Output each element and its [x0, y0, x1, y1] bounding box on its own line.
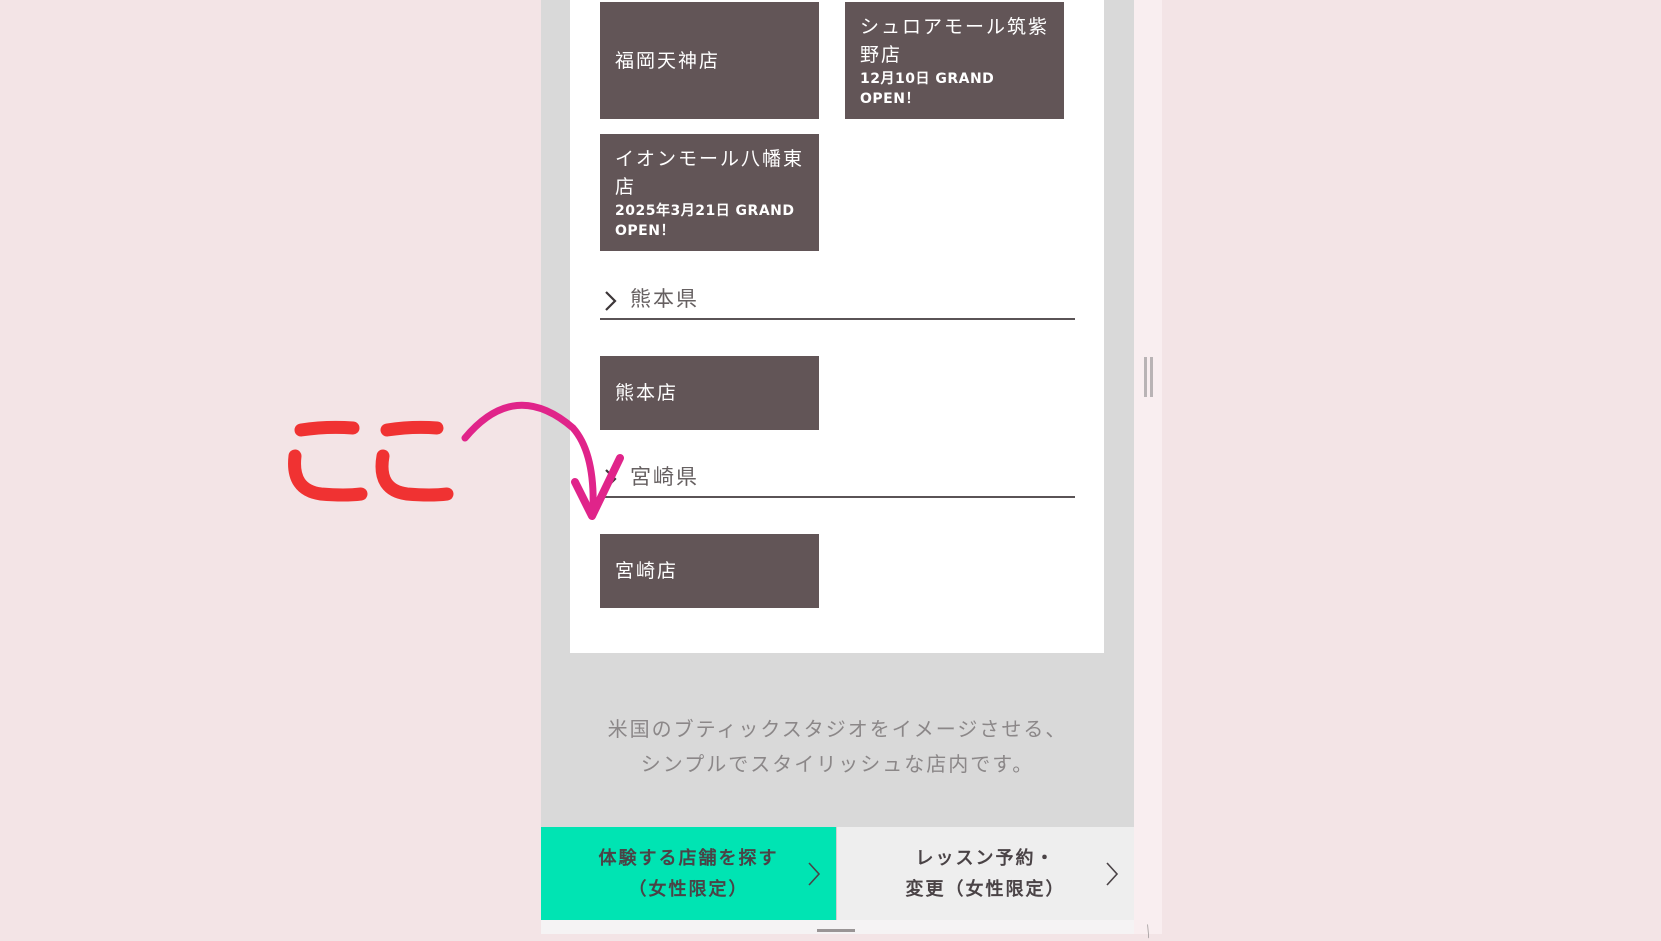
store-list-card: 福岡天神店 シュロアモール筑紫野店 12月10日 GRAND OPEN！ イオン… [570, 0, 1104, 653]
button-label: 体験する店舗を探す （女性限定） [598, 847, 779, 900]
shop-description: 米国のブティックスタジオをイメージさせる、 シンプルでスタイリッシュな店内です。 [541, 712, 1134, 782]
store-tile-fukuoka-tenjin[interactable]: 福岡天神店 [600, 2, 819, 119]
chevron-right-icon [808, 862, 821, 886]
grand-open-note: 2025年3月21日 GRAND OPEN！ [615, 202, 795, 239]
lesson-booking-button[interactable]: レッスン予約・ 変更（女性限定） [836, 827, 1134, 920]
store-name: 宮崎店 [615, 560, 679, 582]
description-line: シンプルでスタイリッシュな店内です。 [640, 752, 1035, 776]
scroll-grip[interactable] [1144, 357, 1153, 397]
chevron-right-icon [605, 291, 617, 311]
store-tile-miyazaki[interactable]: 宮崎店 [600, 534, 819, 608]
scroll-track[interactable] [1134, 0, 1162, 934]
prefecture-label: 熊本県 [630, 287, 699, 311]
annotation-koko: ここ [288, 420, 454, 502]
grand-open-note: 12月10日 GRAND OPEN！ [860, 70, 995, 107]
store-tile-shuroa-chikushino[interactable]: シュロアモール筑紫野店 12月10日 GRAND OPEN！ [845, 2, 1064, 119]
button-label: レッスン予約・ 変更（女性限定） [905, 847, 1066, 900]
store-name: 福岡天神店 [615, 49, 721, 72]
home-indicator [817, 929, 855, 932]
description-line: 米国のブティックスタジオをイメージさせる、 [607, 717, 1068, 741]
store-name: イオンモール八幡東店 [615, 147, 805, 198]
chevron-right-icon [1106, 862, 1119, 886]
find-trial-store-button[interactable]: 体験する店舗を探す （女性限定） [541, 827, 836, 920]
annotation-arrow-icon [461, 401, 624, 520]
prefecture-heading-miyazaki[interactable]: 宮崎県 [600, 462, 1075, 498]
store-tile-aeon-yahatahigashi[interactable]: イオンモール八幡東店 2025年3月21日 GRAND OPEN！ [600, 134, 819, 251]
store-name: シュロアモール筑紫野店 [860, 15, 1050, 66]
prefecture-heading-kumamoto[interactable]: 熊本県 [600, 284, 1075, 320]
